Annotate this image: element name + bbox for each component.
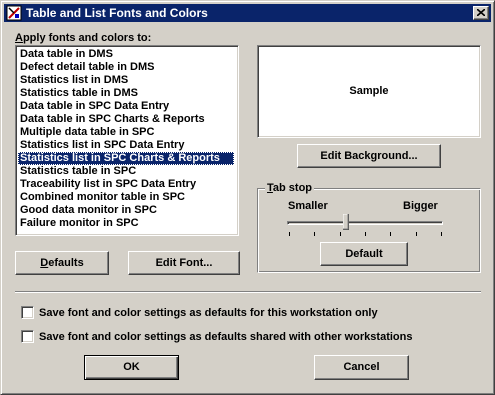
shared-defaults-label[interactable]: Save font and color settings as defaults… xyxy=(39,330,412,344)
list-item[interactable]: Statistics table in DMS xyxy=(18,87,234,100)
slider-smaller-label: Smaller xyxy=(288,200,328,212)
title-bar[interactable]: Table and List Fonts and Colors xyxy=(4,4,491,22)
tab-stop-legend: Tab stop xyxy=(265,181,315,195)
window-title: Table and List Fonts and Colors xyxy=(26,6,208,20)
dialog-separator xyxy=(15,291,481,293)
sample-preview: Sample xyxy=(257,45,481,138)
list-item[interactable]: Data table in SPC Data Entry xyxy=(18,100,234,113)
list-item[interactable]: Combined monitor table in SPC xyxy=(18,191,234,204)
list-item[interactable]: Statistics list in DMS xyxy=(18,74,234,87)
cancel-button[interactable]: Cancel xyxy=(314,355,409,380)
fonts-colors-app-icon xyxy=(6,5,22,21)
slider-bigger-label: Bigger xyxy=(403,200,438,212)
tab-stop-slider-thumb[interactable] xyxy=(342,213,350,231)
close-button[interactable] xyxy=(473,6,489,20)
slider-tick xyxy=(365,232,366,236)
slider-tick xyxy=(441,232,442,236)
slider-tick xyxy=(416,232,417,236)
defaults-button[interactable]: Defaults xyxy=(15,251,109,275)
defaults-button-text: efaults xyxy=(48,257,84,269)
slider-thumb-icon xyxy=(342,213,350,231)
list-item[interactable]: Failure monitor in SPC xyxy=(18,217,234,230)
list-item[interactable]: Statistics list in SPC Data Entry xyxy=(18,139,234,152)
list-item[interactable]: Statistics table in SPC xyxy=(18,165,234,178)
workstation-only-checkbox[interactable] xyxy=(21,306,34,319)
edit-background-button[interactable]: Edit Background... xyxy=(297,144,441,168)
close-icon xyxy=(477,9,485,16)
list-item[interactable]: Statistics list in SPC Charts & Reports xyxy=(18,152,234,165)
sample-text: Sample xyxy=(349,85,389,97)
slider-tick xyxy=(289,232,290,236)
apply-fonts-label-text: pply fonts and colors to: xyxy=(22,32,152,44)
list-item[interactable]: Good data monitor in SPC xyxy=(18,204,234,217)
apply-fonts-label-mnemonic: A xyxy=(15,32,23,44)
edit-font-button[interactable]: Edit Font... xyxy=(128,251,240,275)
apply-to-listbox[interactable]: Data table in DMS Defect detail table in … xyxy=(15,45,239,236)
tab-stop-legend-text: ab stop xyxy=(272,182,313,194)
list-item[interactable]: Multiple data table in SPC xyxy=(18,126,234,139)
table-list-fonts-colors-dialog: Table and List Fonts and Colors Apply fo… xyxy=(0,0,495,395)
slider-tick xyxy=(340,232,341,236)
apply-fonts-label: Apply fonts and colors to: xyxy=(15,31,151,45)
list-item[interactable]: Data table in SPC Charts & Reports xyxy=(18,113,234,126)
list-item[interactable]: Traceability list in SPC Data Entry xyxy=(18,178,234,191)
tab-stop-slider-track[interactable] xyxy=(287,221,443,225)
workstation-only-label[interactable]: Save font and color settings as defaults… xyxy=(39,306,378,320)
ok-button[interactable]: OK xyxy=(84,355,179,380)
slider-tick xyxy=(390,232,391,236)
slider-tick xyxy=(314,232,315,236)
shared-defaults-checkbox[interactable] xyxy=(21,330,34,343)
list-item[interactable]: Defect detail table in DMS xyxy=(18,61,234,74)
tab-stop-default-button[interactable]: Default xyxy=(320,242,408,266)
list-item[interactable]: Data table in DMS xyxy=(18,48,234,61)
